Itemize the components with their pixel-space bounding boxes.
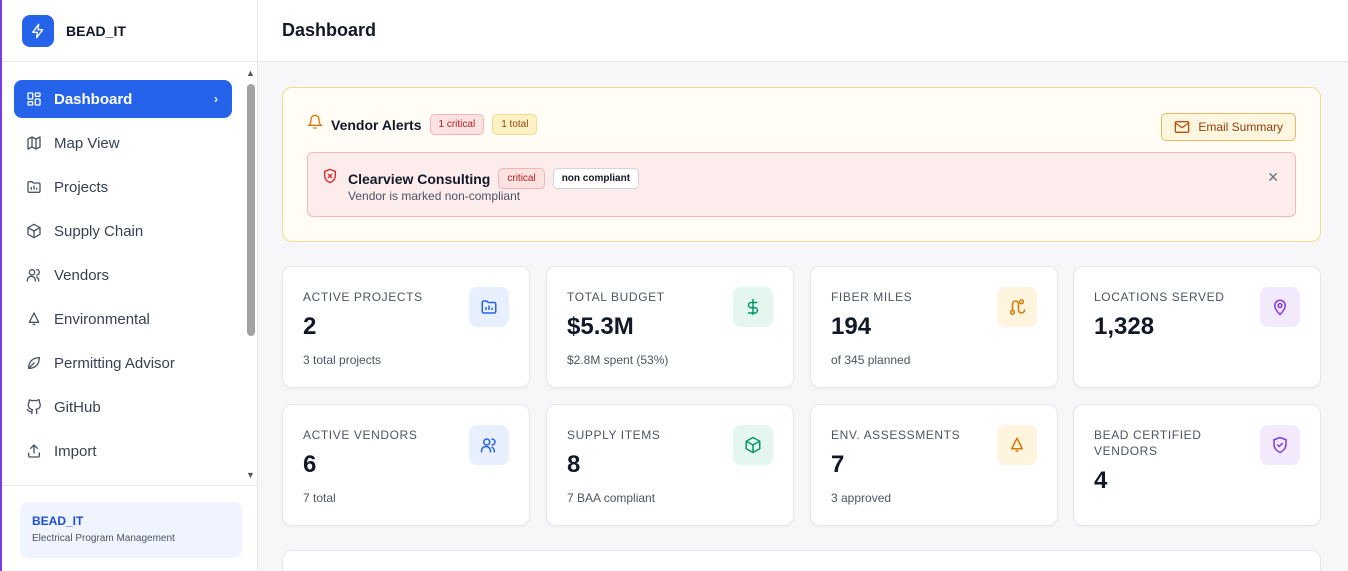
shield-check-icon <box>1260 425 1300 465</box>
sidebar-item-projects[interactable]: Projects <box>14 168 232 206</box>
route-icon <box>997 287 1037 327</box>
sidebar-item-map-view[interactable]: Map View <box>14 124 232 162</box>
sidebar-item-label: Permitting Advisor <box>54 354 175 372</box>
email-summary-button[interactable]: Email Summary <box>1161 113 1296 141</box>
dollar-icon <box>733 287 773 327</box>
sidebar-item-label: Environmental <box>54 310 150 328</box>
stat-value: 6 <box>303 451 317 478</box>
sidebar-footer: BEAD_IT Electrical Program Management <box>2 485 258 571</box>
scroll-thumb[interactable] <box>247 84 255 336</box>
stat-label: ACTIVE PROJECTS <box>303 290 423 304</box>
grid-icon <box>26 91 42 107</box>
bolt-icon <box>22 14 54 47</box>
leaf-icon <box>26 355 42 371</box>
program-subtitle: Electrical Program Management <box>32 533 175 544</box>
stat-card-total-budget[interactable]: TOTAL BUDGET $5.3M $2.8M spent (53%) <box>546 266 794 388</box>
box-icon <box>26 223 42 239</box>
folder-chart-icon <box>26 179 42 195</box>
map-icon <box>26 135 42 151</box>
email-summary-label: Email Summary <box>1198 120 1283 134</box>
users-icon <box>469 425 509 465</box>
stat-card-supply-items[interactable]: SUPPLY ITEMS 8 7 BAA compliant <box>546 404 794 526</box>
close-icon[interactable]: ✕ <box>1267 169 1279 186</box>
program-title: BEAD_IT <box>32 514 84 528</box>
sidebar-item-dashboard[interactable]: Dashboard › <box>14 80 232 118</box>
stat-label: BEAD CERTIFIED VENDORS <box>1094 428 1202 458</box>
stat-label: SUPPLY ITEMS <box>567 428 661 442</box>
sidebar-scrollbar[interactable]: ▲ ▼ <box>245 66 257 482</box>
total-count-badge: 1 total <box>492 114 538 135</box>
stat-sub: 3 approved <box>831 491 892 505</box>
stat-value: 8 <box>567 451 581 478</box>
page-title: Dashboard <box>282 20 377 40</box>
stat-label: LOCATIONS SERVED <box>1094 290 1225 304</box>
stat-sub: 7 total <box>303 491 336 505</box>
stat-value: 7 <box>831 451 845 478</box>
stat-sub: 3 total projects <box>303 353 382 367</box>
shield-x-icon <box>322 168 338 189</box>
folder-chart-icon <box>469 287 509 327</box>
stat-label: ACTIVE VENDORS <box>303 428 418 442</box>
alert-message: Vendor is marked non-compliant <box>348 189 521 203</box>
stat-card-locations-served[interactable]: LOCATIONS SERVED 1,328 <box>1073 266 1321 388</box>
sidebar-item-label: GitHub <box>54 398 101 416</box>
sidebar-nav: Dashboard › Map View Projects Supply Cha… <box>2 62 258 484</box>
sidebar-item-label: Dashboard <box>54 90 133 108</box>
status-badge: non compliant <box>552 168 640 189</box>
content-panel <box>282 550 1321 571</box>
brand-name: BEAD_IT <box>66 22 126 39</box>
bell-triangle-icon <box>26 311 42 327</box>
stat-card-bead-certified-vendors[interactable]: BEAD CERTIFIED VENDORS 4 <box>1073 404 1321 526</box>
vendor-alerts-title: Vendor Alerts <box>331 116 422 133</box>
sidebar-item-vendors[interactable]: Vendors <box>14 256 232 294</box>
stat-card-active-projects[interactable]: ACTIVE PROJECTS 2 3 total projects <box>282 266 530 388</box>
sidebar: BEAD_IT Dashboard › Map View Projects Su… <box>0 0 258 571</box>
sidebar-item-github[interactable]: GitHub <box>14 388 232 426</box>
sidebar-item-label: Import <box>54 442 97 460</box>
stat-card-fiber-miles[interactable]: FIBER MILES 194 of 345 planned <box>810 266 1058 388</box>
bell-triangle-icon <box>997 425 1037 465</box>
stat-value: 2 <box>303 313 317 340</box>
sidebar-item-environmental[interactable]: Environmental <box>14 300 232 338</box>
sidebar-item-permitting-advisor[interactable]: Permitting Advisor <box>14 344 232 382</box>
users-icon <box>26 267 42 283</box>
github-icon <box>26 399 42 415</box>
stat-sub: of 345 planned <box>831 353 911 367</box>
chevron-right-icon: › <box>214 92 218 106</box>
stat-value: 1,328 <box>1094 313 1155 340</box>
sidebar-item-label: Map View <box>54 134 120 152</box>
stat-value: 194 <box>831 313 872 340</box>
stat-label: FIBER MILES <box>831 290 913 304</box>
map-pin-icon <box>1260 287 1300 327</box>
stat-value: 4 <box>1094 467 1108 494</box>
box-icon <box>733 425 773 465</box>
stat-sub: 7 BAA compliant <box>567 491 656 505</box>
vendor-alerts-header: Vendor Alerts 1 critical 1 total <box>306 114 538 135</box>
stat-card-active-vendors[interactable]: ACTIVE VENDORS 6 7 total <box>282 404 530 526</box>
scroll-down-icon[interactable]: ▼ <box>246 470 255 480</box>
stat-value: $5.3M <box>567 313 634 340</box>
bell-icon <box>306 114 324 135</box>
stat-sub: $2.8M spent (53%) <box>567 353 669 367</box>
program-card: BEAD_IT Electrical Program Management <box>20 502 242 558</box>
sidebar-item-import[interactable]: Import <box>14 432 232 470</box>
sidebar-item-label: Vendors <box>54 266 110 284</box>
critical-count-badge: 1 critical <box>429 114 485 135</box>
sidebar-item-label: Projects <box>54 178 109 196</box>
scroll-up-icon[interactable]: ▲ <box>246 68 255 78</box>
stat-label: TOTAL BUDGET <box>567 290 665 304</box>
sidebar-item-supply-chain[interactable]: Supply Chain <box>14 212 232 250</box>
mail-icon <box>1174 120 1190 134</box>
stat-label: ENV. ASSESSMENTS <box>831 428 961 442</box>
brand[interactable]: BEAD_IT <box>2 0 257 62</box>
sidebar-item-label: Supply Chain <box>54 222 144 240</box>
stat-card-env-assessments[interactable]: ENV. ASSESSMENTS 7 3 approved <box>810 404 1058 526</box>
alert-item: Clearview Consulting critical non compli… <box>307 152 1296 217</box>
alert-vendor-name: Clearview Consulting <box>348 170 491 187</box>
upload-icon <box>26 443 42 459</box>
vendor-alerts-panel: Vendor Alerts 1 critical 1 total Email S… <box>282 87 1321 242</box>
top-bar: Dashboard <box>258 0 1348 62</box>
severity-badge: critical <box>498 168 545 189</box>
